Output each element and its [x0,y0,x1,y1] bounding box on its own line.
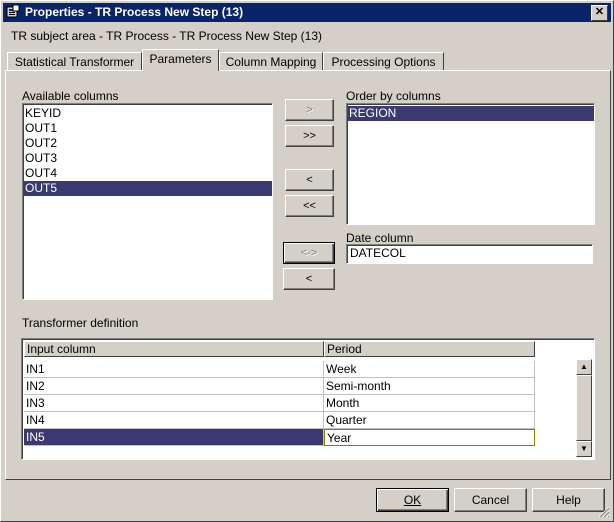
title-bar[interactable]: Properties - TR Process New Step (13) ✕ [3,3,611,22]
table-row-period[interactable]: Week [324,361,535,378]
transformer-definition-label: Transformer definition [22,316,139,330]
table-row-input[interactable]: IN4 [24,412,324,429]
add-column-button[interactable]: > [285,99,334,121]
close-icon: ✕ [594,6,605,18]
close-button[interactable]: ✕ [591,5,608,21]
table-row-period[interactable]: Quarter [324,412,535,429]
properties-window: Properties - TR Process New Step (13) ✕ … [0,0,614,522]
grid-vertical-scrollbar[interactable]: ▲ ▼ [576,359,592,457]
swap-date-column-button[interactable]: <-> [283,242,335,264]
scroll-thumb[interactable] [576,375,592,441]
table-row-period-focused[interactable]: Year [324,429,535,446]
remove-date-column-button[interactable]: < [283,268,335,290]
resize-grip-icon[interactable] [598,506,610,518]
column-header-period[interactable]: Period [324,341,535,357]
available-columns-label: Available columns [22,89,119,103]
remove-all-columns-button[interactable]: << [285,195,334,217]
date-column-label: Date column [346,231,414,245]
cancel-button[interactable]: Cancel [454,488,527,512]
table-row-input[interactable]: IN2 [24,378,324,395]
grid-corner [575,340,593,358]
list-item[interactable]: OUT2 [23,136,272,151]
remove-column-button[interactable]: < [285,169,334,191]
ok-label: OK [403,493,422,507]
table-row-input[interactable]: IN3 [24,395,324,412]
date-column-field[interactable]: DATECOL [346,244,593,264]
tab-statistical-transformer[interactable]: Statistical Transformer [7,52,142,70]
list-item[interactable]: OUT1 [23,121,272,136]
available-columns-list[interactable]: KEYID OUT1 OUT2 OUT3 OUT4 OUT5 [22,103,273,300]
ok-button[interactable]: OK [376,488,449,512]
tab-processing-options[interactable]: Processing Options [323,52,444,70]
transformer-definition-grid[interactable]: Input column Period IN1 Week IN2 Semi-mo… [21,338,595,460]
tab-label: Parameters [149,52,212,66]
table-row-input-selected[interactable]: IN5 [24,429,324,446]
list-item[interactable]: OUT4 [23,166,272,181]
order-by-columns-list[interactable]: REGION [346,103,595,225]
table-row-period[interactable]: Month [324,395,535,412]
add-all-columns-button[interactable]: >> [285,125,334,147]
order-by-label: Order by columns [346,89,441,103]
scroll-up-button[interactable]: ▲ [576,359,592,375]
table-row-period[interactable]: Semi-month [324,378,535,395]
list-item-selected[interactable]: REGION [347,106,594,121]
table-row-input[interactable]: IN1 [24,361,324,378]
tab-parameters[interactable]: Parameters [142,49,219,71]
list-item-selected[interactable]: OUT5 [23,181,272,196]
list-item[interactable]: KEYID [23,106,272,121]
help-button[interactable]: Help [532,488,605,512]
window-title: Properties - TR Process New Step (13) [25,5,244,19]
list-item[interactable]: OUT3 [23,151,272,166]
properties-app-icon [6,5,20,18]
tab-label: Statistical Transformer [14,55,135,69]
tab-column-mapping[interactable]: Column Mapping [219,52,323,70]
arrow-up-icon: ▲ [580,362,588,371]
tab-label: Processing Options [331,55,436,69]
column-header-input[interactable]: Input column [24,341,324,357]
arrow-down-icon: ▼ [580,444,588,453]
scroll-down-button[interactable]: ▼ [576,441,592,457]
breadcrumb: TR subject area - TR Process - TR Proces… [11,29,322,43]
tab-label: Column Mapping [225,55,317,69]
